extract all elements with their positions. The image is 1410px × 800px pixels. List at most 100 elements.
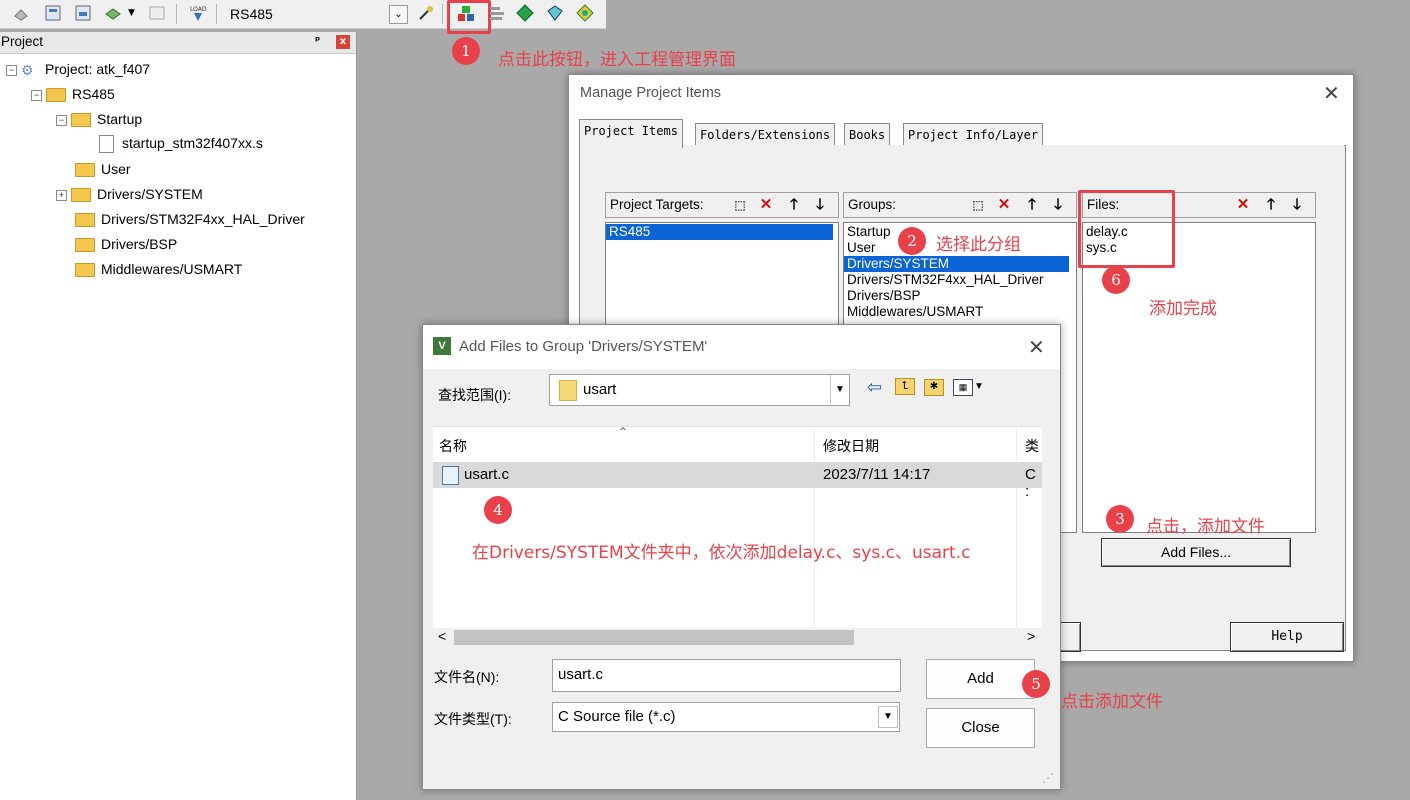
tree-item-target[interactable]: − RS485: [31, 83, 115, 105]
dropdown-arrow-icon[interactable]: ▼: [128, 8, 135, 18]
look-in-combo[interactable]: usart ▼: [549, 374, 850, 406]
move-up-icon[interactable]: 🡑: [1022, 195, 1042, 215]
add-files-button[interactable]: Add Files...: [1101, 538, 1291, 567]
tree-item-file[interactable]: startup_stm32f407xx.s: [99, 132, 263, 154]
view-dropdown-icon[interactable]: ▼: [974, 381, 984, 392]
annotation-3: 点击，添加文件: [1146, 517, 1265, 537]
step-badge-4: 4: [484, 496, 512, 524]
translate-icon[interactable]: [104, 4, 122, 22]
project-pane-header: Project ᵖ x: [0, 32, 356, 54]
folder-open-icon: [71, 113, 91, 128]
collapse-icon[interactable]: −: [6, 64, 17, 76]
horizontal-scrollbar[interactable]: < >: [433, 628, 1042, 647]
tree-item-group[interactable]: User: [75, 158, 131, 180]
dialog-title: Add Files to Group 'Drivers/SYSTEM': [459, 338, 708, 355]
close-button[interactable]: Close: [926, 708, 1035, 748]
dialog-title: Manage Project Items: [580, 85, 722, 101]
group-item[interactable]: Drivers/STM32F4xx_HAL_Driver: [844, 272, 1076, 288]
svg-text:LOAD: LOAD: [190, 6, 207, 13]
tree-item-group[interactable]: − Startup: [56, 108, 142, 130]
back-icon[interactable]: ⇦: [867, 377, 882, 398]
tree-item-group[interactable]: Drivers/STM32F4xx_HAL_Driver: [75, 208, 305, 230]
move-down-icon[interactable]: 🡓: [1287, 195, 1307, 215]
download-icon[interactable]: LOAD: [188, 4, 207, 22]
select-packs-icon[interactable]: [488, 4, 506, 22]
tab-books[interactable]: Books: [844, 123, 891, 146]
step-badge-3: 3: [1106, 505, 1134, 533]
chevron-down-icon[interactable]: ▼: [878, 706, 898, 728]
close-icon[interactable]: ✕: [1028, 335, 1045, 360]
manage-rte-icon[interactable]: [546, 4, 564, 22]
filetype-select[interactable]: C Source file (*.c) ▼: [552, 702, 900, 732]
targets-header: Project Targets: ⬚ ✕ 🡑 🡓: [605, 192, 839, 218]
file-list[interactable]: ⌃ 名称 修改日期 类 usart.c 2023/7/11 14:17 C :: [433, 425, 1042, 629]
filename-label: 文件名(N):: [434, 669, 500, 685]
tree-item-project[interactable]: − ⚙ Project: atk_f407: [6, 58, 150, 80]
move-down-icon[interactable]: 🡓: [1048, 195, 1068, 215]
tab-folders-extensions[interactable]: Folders/Extensions: [695, 123, 836, 146]
add-button[interactable]: Add: [926, 659, 1035, 699]
sort-ascending-icon: ⌃: [618, 425, 629, 439]
keil-app-icon: V: [433, 337, 451, 355]
step-badge-5: 5: [1022, 670, 1050, 698]
move-up-icon[interactable]: 🡑: [1261, 195, 1281, 215]
folder-icon: [75, 213, 95, 228]
view-menu-icon[interactable]: ▦: [953, 379, 973, 396]
move-down-icon[interactable]: 🡓: [810, 195, 830, 215]
annotation-6: 添加完成: [1149, 299, 1217, 319]
column-type[interactable]: 类: [1025, 436, 1039, 456]
new-icon[interactable]: ⬚: [730, 195, 750, 215]
toolbar: ▼ LOAD RS485 ⌄: [0, 0, 606, 34]
group-item[interactable]: Drivers/BSP: [844, 288, 1076, 304]
column-name[interactable]: 名称: [439, 436, 467, 456]
target-item[interactable]: RS485: [606, 224, 833, 240]
tab-project-items[interactable]: Project Items: [579, 119, 683, 148]
file-icon: [99, 135, 114, 154]
delete-icon[interactable]: ✕: [994, 195, 1014, 215]
target-select[interactable]: RS485: [230, 6, 273, 22]
target-options-icon[interactable]: [417, 4, 435, 22]
column-date[interactable]: 修改日期: [823, 436, 879, 456]
up-folder-icon[interactable]: ⮤: [895, 378, 915, 395]
resize-grip-icon[interactable]: ⋰: [1042, 771, 1054, 785]
tree-item-group[interactable]: Drivers/BSP: [75, 233, 177, 255]
collapse-icon[interactable]: −: [56, 114, 67, 126]
delete-icon[interactable]: ✕: [756, 195, 776, 215]
tab-project-info-layer[interactable]: Project Info/Layer: [903, 123, 1044, 146]
folder-icon: [559, 380, 577, 401]
file-row-selected[interactable]: usart.c 2023/7/11 14:17 C :: [433, 462, 1042, 500]
manage-project-items-icon[interactable]: [457, 5, 475, 23]
look-in-label: 查找范围(I):: [438, 387, 512, 403]
help-button[interactable]: Help: [1230, 622, 1344, 652]
stop-build-icon[interactable]: [148, 4, 166, 22]
folder-icon: [75, 263, 95, 278]
chevron-down-icon[interactable]: ▼: [830, 375, 849, 404]
folder-icon: [71, 188, 91, 203]
scroll-left-icon[interactable]: <: [438, 628, 446, 644]
batch-build-icon[interactable]: [74, 4, 92, 22]
project-pane-title: Project: [1, 34, 44, 49]
tree-item-group[interactable]: + Drivers/SYSTEM: [56, 183, 203, 205]
group-item[interactable]: Middlewares/USMART: [844, 304, 1076, 320]
new-icon[interactable]: ⬚: [968, 195, 988, 215]
rebuild-icon[interactable]: [44, 4, 62, 22]
delete-icon[interactable]: ✕: [1233, 195, 1253, 215]
move-up-icon[interactable]: 🡑: [784, 195, 804, 215]
tree-item-group[interactable]: Middlewares/USMART: [75, 258, 242, 280]
collapse-icon[interactable]: −: [31, 89, 42, 101]
filename-input[interactable]: usart.c: [552, 659, 901, 692]
build-icon[interactable]: [12, 4, 30, 22]
target-dropdown-button[interactable]: ⌄: [389, 5, 408, 24]
scroll-thumb[interactable]: [454, 630, 854, 645]
new-folder-icon[interactable]: ✱: [924, 379, 944, 396]
software-components-icon[interactable]: [576, 4, 594, 22]
pack-installer-icon[interactable]: [516, 4, 534, 22]
scroll-right-icon[interactable]: >: [1027, 628, 1035, 644]
expand-icon[interactable]: +: [56, 189, 67, 201]
group-item-selected[interactable]: Drivers/SYSTEM: [844, 256, 1069, 272]
pin-icon[interactable]: ᵖ: [315, 34, 320, 47]
step-badge-6: 6: [1102, 266, 1130, 294]
close-icon[interactable]: ✕: [1323, 81, 1340, 105]
close-icon[interactable]: x: [336, 35, 350, 49]
annotation-1: 点击此按钮，进入工程管理界面: [498, 50, 736, 70]
